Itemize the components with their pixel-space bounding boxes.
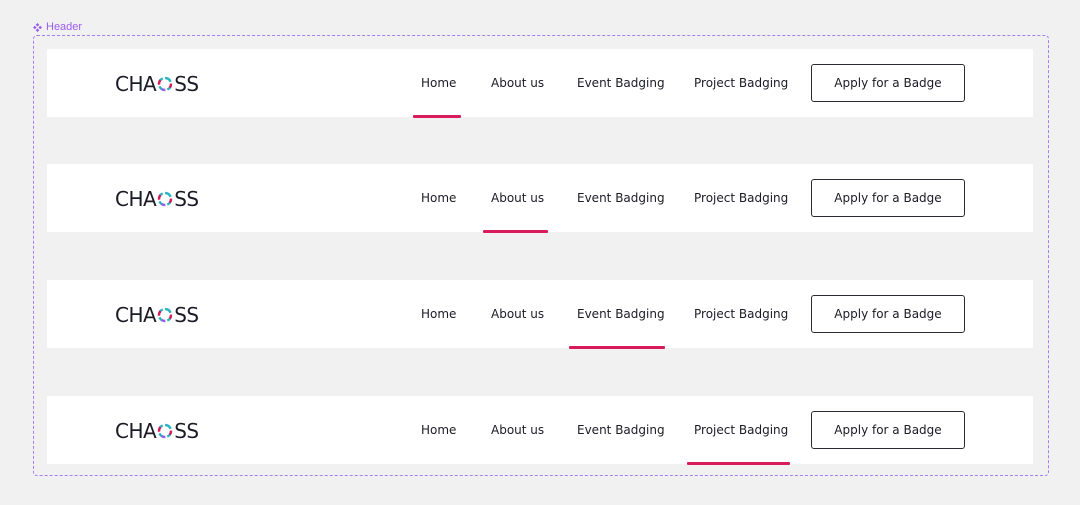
chaoss-logo[interactable]: CHA SS: [115, 419, 199, 443]
logo-text-right: SS: [174, 419, 199, 443]
nav-about[interactable]: About us: [491, 423, 544, 437]
header-variant-home: CHA SS Home About us Event Badging Proje…: [47, 49, 1033, 118]
nav-project-badging[interactable]: Project Badging: [694, 191, 788, 205]
logo-ring-icon: [157, 191, 173, 207]
logo-ring-icon: [157, 307, 173, 323]
header-variant-project: CHA SS Home About us Event Badging Proje…: [47, 396, 1033, 465]
apply-badge-button[interactable]: Apply for a Badge: [811, 179, 965, 217]
component-label: Header: [33, 20, 82, 34]
header-variant-event: CHA SS Home About us Event Badging Proje…: [47, 280, 1033, 349]
chaoss-logo[interactable]: CHA SS: [115, 303, 199, 327]
nav-home[interactable]: Home: [421, 307, 456, 321]
nav-about[interactable]: About us: [491, 307, 544, 321]
logo-text-left: CHA: [115, 72, 157, 96]
nav-home[interactable]: Home: [421, 191, 456, 205]
chaoss-logo[interactable]: CHA SS: [115, 72, 199, 96]
active-indicator: [483, 230, 548, 233]
logo-text-right: SS: [174, 187, 199, 211]
apply-badge-button[interactable]: Apply for a Badge: [811, 295, 965, 333]
component-label-text: Header: [46, 21, 83, 33]
active-indicator: [413, 115, 461, 118]
nav-project-badging[interactable]: Project Badging: [694, 76, 788, 90]
nav-home[interactable]: Home: [421, 423, 456, 437]
nav-event-badging[interactable]: Event Badging: [577, 307, 665, 321]
nav-project-badging[interactable]: Project Badging: [694, 423, 788, 437]
nav-about[interactable]: About us: [491, 76, 544, 90]
active-indicator: [569, 346, 665, 349]
logo-text-right: SS: [174, 72, 199, 96]
header-variant-about: CHA SS Home About us Event Badging Proje…: [47, 164, 1033, 233]
logo-text-left: CHA: [115, 187, 157, 211]
chaoss-logo[interactable]: CHA SS: [115, 187, 199, 211]
nav-event-badging[interactable]: Event Badging: [577, 423, 665, 437]
logo-text-left: CHA: [115, 303, 157, 327]
apply-badge-button[interactable]: Apply for a Badge: [811, 64, 965, 102]
component-icon: [33, 22, 42, 32]
nav-home[interactable]: Home: [421, 76, 456, 90]
logo-text-right: SS: [174, 303, 199, 327]
nav-event-badging[interactable]: Event Badging: [577, 191, 665, 205]
nav-project-badging[interactable]: Project Badging: [694, 307, 788, 321]
nav-about[interactable]: About us: [491, 191, 544, 205]
apply-badge-button[interactable]: Apply for a Badge: [811, 411, 965, 449]
active-indicator: [687, 462, 790, 465]
logo-ring-icon: [157, 76, 173, 92]
logo-text-left: CHA: [115, 419, 157, 443]
logo-ring-icon: [157, 423, 173, 439]
nav-event-badging[interactable]: Event Badging: [577, 76, 665, 90]
